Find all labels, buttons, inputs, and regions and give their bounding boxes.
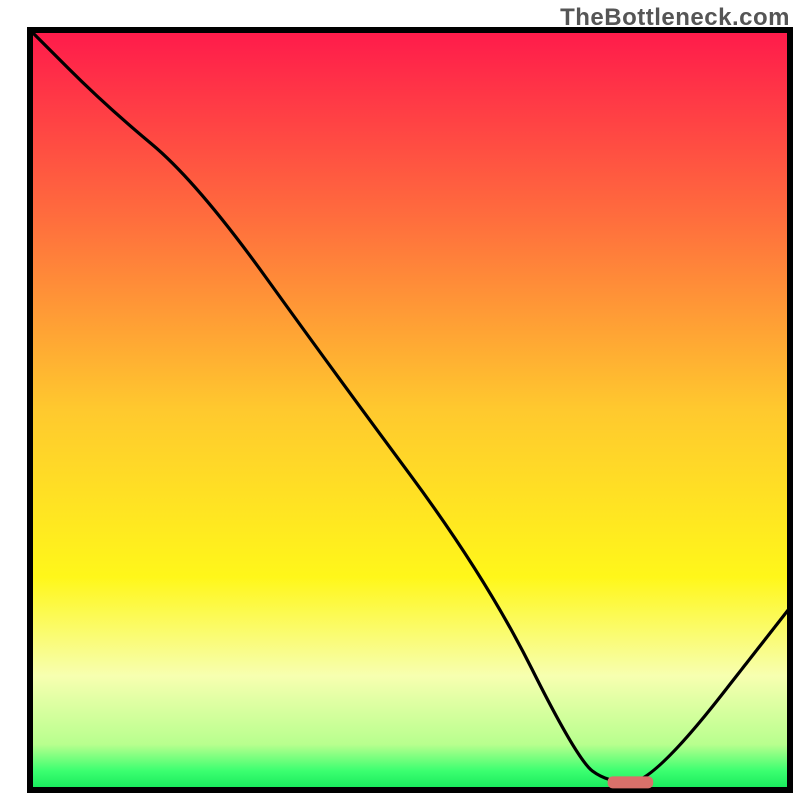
plot-background [30,30,790,790]
bottleneck-plot [0,0,800,800]
optimal-marker [608,776,654,788]
chart-container: TheBottleneck.com [0,0,800,800]
